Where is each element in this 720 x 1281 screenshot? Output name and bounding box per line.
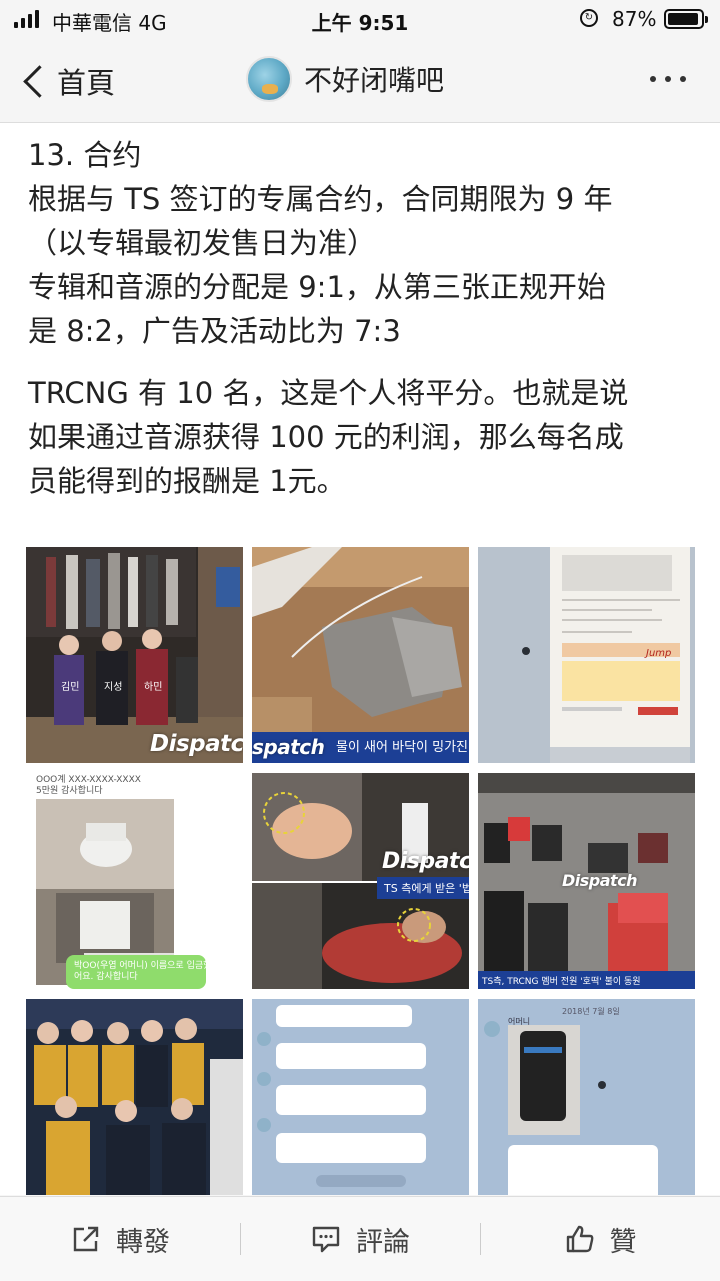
rotation-lock-icon: ↻: [580, 9, 598, 27]
back-button[interactable]: 首頁: [20, 60, 115, 102]
forum-header[interactable]: 不好闭嘴吧: [246, 56, 444, 102]
dispatch-logo: spatch: [252, 735, 325, 759]
chat-sender: 어머니: [508, 1017, 531, 1026]
forum-title: 不好闭嘴吧: [304, 64, 445, 97]
photo-group-uniforms[interactable]: [26, 999, 243, 1195]
photo-bathroom-chat[interactable]: OOO계 XXX-XXXX-XXXX 5만원 감사합니다 박OO(우엽 어머니)…: [26, 773, 243, 989]
comment-icon: [312, 1226, 340, 1253]
photo-appliance-chat[interactable]: 2018년 7월 8일 어머니: [478, 999, 695, 1195]
photo-injured-hand[interactable]: Dispatch TS 측에게 받은 '법: [252, 773, 469, 989]
photo-chat-screenshot[interactable]: [252, 999, 469, 1195]
post-content: 13. 合约 根据与 TS 签订的专属合约，合同期限为 9 年 （以专辑最初发售…: [0, 123, 720, 1195]
post-paragraph-contract: 13. 合约 根据与 TS 签订的专属合约，合同期限为 9 年 （以专辑最初发售…: [28, 138, 613, 348]
battery-icon: [664, 9, 708, 29]
action-bar: 轉發 評論 贊: [0, 1196, 720, 1281]
member-tag: 김민: [61, 682, 80, 693]
comment-button[interactable]: 評論: [240, 1197, 480, 1281]
photo-caption: 물이 새어 바닥이 밍가진: [336, 740, 468, 755]
more-dots-icon[interactable]: [650, 76, 686, 82]
photo-caption: TS 측에게 받은 '법: [384, 882, 469, 895]
chat-text: OOO계 XXX-XXXX-XXXX 5만원 감사합니다: [36, 775, 141, 796]
thumbs-up-icon: [566, 1225, 593, 1253]
dispatch-logo: Dispatch: [562, 871, 638, 890]
navigation-bar: 首頁 不好闭嘴吧: [0, 40, 720, 123]
dispatch-logo: Dispatch: [382, 849, 469, 874]
back-label: 首頁: [57, 66, 116, 100]
photo-caption: TS측, TRCNG 멤버 전원 '호떡' 불이 동원: [482, 977, 641, 987]
chevron-left-icon: [23, 64, 56, 98]
member-tag: 하민: [144, 682, 163, 693]
share-icon: [73, 1226, 99, 1252]
share-button[interactable]: 轉發: [0, 1197, 240, 1281]
share-label: 轉發: [116, 1226, 170, 1258]
comment-label: 評論: [356, 1226, 410, 1258]
photo-receipt[interactable]: Jump: [478, 547, 695, 763]
member-tag: 지성: [104, 682, 123, 693]
status-bar: 中華電信 4G 上午 9:51 ↻ 87%: [0, 0, 720, 40]
photo-packaging-boxes[interactable]: Dispatch TS측, TRCNG 멤버 전원 '호떡' 불이 동원: [478, 773, 695, 989]
like-label: 贊: [609, 1226, 637, 1258]
dispatch-logo: Dispatch: [150, 731, 243, 757]
chat-text: 박OO(우엽 어머니) 이름으로 입금했 어요. 감사합니다: [74, 961, 212, 982]
photo-damaged-floor[interactable]: spatch 물이 새어 바닥이 밍가진: [252, 547, 469, 763]
receipt-stamp: Jump: [646, 648, 672, 659]
post-paragraph-distribution: TRCNG 有 10 名，这是个人将平分。也就是说 如果通过音源获得 100 元…: [28, 376, 629, 498]
chat-date: 2018년 7월 8일: [562, 1007, 620, 1016]
like-button[interactable]: 贊: [480, 1197, 720, 1281]
photo-dorm-closet[interactable]: 김민 지성 하민 Dispatch: [26, 547, 243, 763]
forum-avatar: [246, 56, 292, 102]
battery-percentage: 87%: [612, 7, 657, 31]
